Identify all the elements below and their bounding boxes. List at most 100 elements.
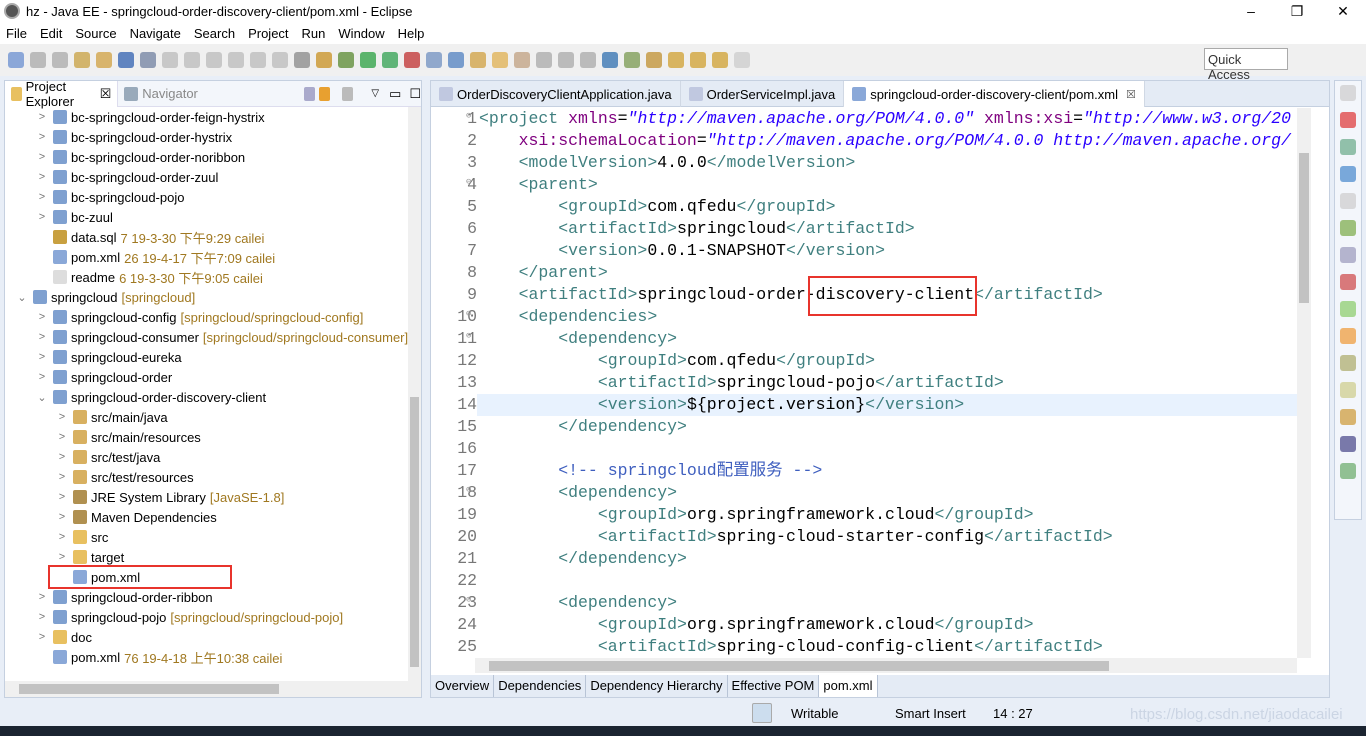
toolbar-button-icon[interactable] <box>96 52 112 68</box>
tab-editor-file[interactable]: OrderServiceImpl.java <box>681 81 845 107</box>
maximize-button[interactable]: ❐ <box>1274 0 1320 22</box>
tree-item[interactable]: > springcloud-eureka <box>35 347 182 367</box>
perspective-icon[interactable] <box>1340 301 1356 317</box>
menu-navigate[interactable]: Navigate <box>130 26 181 41</box>
tree-item[interactable]: readme 6 19-3-30 下午9:05 cailei <box>35 267 263 287</box>
tab-overview[interactable]: Overview <box>431 675 495 697</box>
perspective-icon[interactable] <box>1340 112 1356 128</box>
toolbar-button-icon[interactable] <box>734 52 750 68</box>
toolbar-button-icon[interactable] <box>162 52 178 68</box>
toolbar-button-icon[interactable] <box>8 52 24 68</box>
expand-toggle-icon[interactable]: > <box>35 211 49 223</box>
perspective-icon[interactable] <box>1340 463 1356 479</box>
vertical-scrollbar[interactable] <box>408 107 421 681</box>
toolbar-button-icon[interactable] <box>294 52 310 68</box>
fold-toggle-icon[interactable]: ⊖ <box>466 177 471 187</box>
expand-toggle-icon[interactable]: > <box>35 351 49 363</box>
expand-toggle-icon[interactable]: ⌄ <box>35 391 49 404</box>
toolbar-button-icon[interactable] <box>470 52 486 68</box>
toolbar-button-icon[interactable] <box>184 52 200 68</box>
tab-dependency-hierarchy[interactable]: Dependency Hierarchy <box>586 675 728 697</box>
toolbar-button-icon[interactable] <box>272 52 288 68</box>
code-area[interactable]: 1 ⊖ <project xmlns="http://maven.apache.or… <box>431 108 1297 658</box>
tree-item[interactable]: > doc <box>35 627 92 647</box>
tab-editor-file[interactable]: OrderDiscoveryClientApplication.java <box>431 81 681 107</box>
tree-item[interactable]: > bc-springcloud-order-noribbon <box>35 147 245 167</box>
minimize-view-icon[interactable]: ▭ <box>389 86 401 102</box>
toolbar-button-icon[interactable] <box>646 52 662 68</box>
tree-item[interactable]: > bc-springcloud-pojo <box>35 187 185 207</box>
perspective-icon[interactable] <box>1340 139 1356 155</box>
expand-toggle-icon[interactable]: > <box>55 471 69 483</box>
tree-item[interactable]: pom.xml 26 19-4-17 下午7:09 cailei <box>35 247 275 267</box>
tab-dependencies[interactable]: Dependencies <box>494 675 587 697</box>
fold-toggle-icon[interactable]: ⊖ <box>466 111 471 121</box>
toolbar-button-icon[interactable] <box>624 52 640 68</box>
menu-run[interactable]: Run <box>302 26 326 41</box>
expand-toggle-icon[interactable]: > <box>35 111 49 123</box>
toolbar-button-icon[interactable] <box>426 52 442 68</box>
toolbar-button-icon[interactable] <box>382 52 398 68</box>
tree-item[interactable]: > src/main/resources <box>55 427 201 447</box>
perspective-icon[interactable] <box>1340 220 1356 236</box>
toolbar-button-icon[interactable] <box>580 52 596 68</box>
close-tab-icon[interactable]: ☒ <box>1126 88 1136 101</box>
tree-item[interactable]: > springcloud-pojo [springcloud/springclou… <box>35 607 343 627</box>
toolbar-button-icon[interactable] <box>250 52 266 68</box>
close-tab-icon[interactable]: ☒ <box>100 86 112 102</box>
toolbar-button-icon[interactable] <box>690 52 706 68</box>
toolbar-button-icon[interactable] <box>404 52 420 68</box>
filter-icon[interactable] <box>342 86 354 101</box>
expand-toggle-icon[interactable]: > <box>55 431 69 443</box>
expand-toggle-icon[interactable]: > <box>35 311 49 323</box>
view-menu-icon[interactable]: ▽ <box>371 88 379 99</box>
perspective-icon[interactable] <box>1340 409 1356 425</box>
perspective-icon[interactable] <box>1340 85 1356 101</box>
perspective-icon[interactable] <box>1340 247 1356 263</box>
expand-toggle-icon[interactable]: > <box>35 131 49 143</box>
expand-toggle-icon[interactable]: > <box>35 371 49 383</box>
toolbar-button-icon[interactable] <box>558 52 574 68</box>
tree-item[interactable]: > target <box>55 547 124 567</box>
tree-item[interactable]: > JRE System Library [JavaSE-1.8] <box>55 487 285 507</box>
tree-item[interactable]: > bc-springcloud-order-feign-hystrix <box>35 107 265 127</box>
expand-toggle-icon[interactable]: > <box>35 151 49 163</box>
expand-toggle-icon[interactable]: > <box>55 411 69 423</box>
editor-vertical-scrollbar[interactable] <box>1297 108 1311 658</box>
tree-item[interactable]: > src <box>55 527 109 547</box>
editor-horizontal-scrollbar[interactable] <box>475 658 1297 673</box>
toolbar-button-icon[interactable] <box>74 52 90 68</box>
close-button[interactable]: ✕ <box>1320 0 1366 22</box>
tab-project-explorer[interactable]: Project Explorer ☒ <box>5 79 119 109</box>
perspective-icon[interactable] <box>1340 193 1356 209</box>
toolbar-button-icon[interactable] <box>206 52 222 68</box>
menu-search[interactable]: Search <box>194 26 235 41</box>
expand-toggle-icon[interactable]: ⌄ <box>15 291 29 304</box>
tree-item[interactable]: > bc-zuul <box>35 207 113 227</box>
menu-edit[interactable]: Edit <box>40 26 62 41</box>
perspective-icon[interactable] <box>1340 355 1356 371</box>
menu-help[interactable]: Help <box>398 26 425 41</box>
horizontal-scrollbar[interactable] <box>5 681 421 697</box>
expand-toggle-icon[interactable]: > <box>55 551 69 563</box>
perspective-icon[interactable] <box>1340 382 1356 398</box>
sync-icon[interactable] <box>752 703 772 723</box>
fold-toggle-icon[interactable]: ⊖ <box>466 485 471 495</box>
tree-item[interactable]: > bc-springcloud-order-hystrix <box>35 127 232 147</box>
expand-toggle-icon[interactable]: > <box>35 191 49 203</box>
toolbar-button-icon[interactable] <box>228 52 244 68</box>
menu-file[interactable]: File <box>6 26 27 41</box>
tab-editor-file[interactable]: springcloud-order-discovery-client/pom.x… <box>844 81 1145 107</box>
collapse-all-icon[interactable] <box>303 86 316 101</box>
toolbar-button-icon[interactable] <box>514 52 530 68</box>
tree-item[interactable]: > bc-springcloud-order-zuul <box>35 167 219 187</box>
tree-item[interactable]: > springcloud-consumer [springcloud/spring… <box>35 327 408 347</box>
expand-toggle-icon[interactable]: > <box>35 171 49 183</box>
menu-source[interactable]: Source <box>75 26 116 41</box>
tab-effective-pom[interactable]: Effective POM <box>728 675 820 697</box>
maximize-view-icon[interactable]: ☐ <box>409 86 421 102</box>
menu-project[interactable]: Project <box>248 26 288 41</box>
minimize-button[interactable]: – <box>1228 0 1274 22</box>
tree-item[interactable]: > springcloud-config [springcloud/springcl… <box>35 307 364 327</box>
tab-navigator[interactable]: Navigator <box>118 81 204 107</box>
